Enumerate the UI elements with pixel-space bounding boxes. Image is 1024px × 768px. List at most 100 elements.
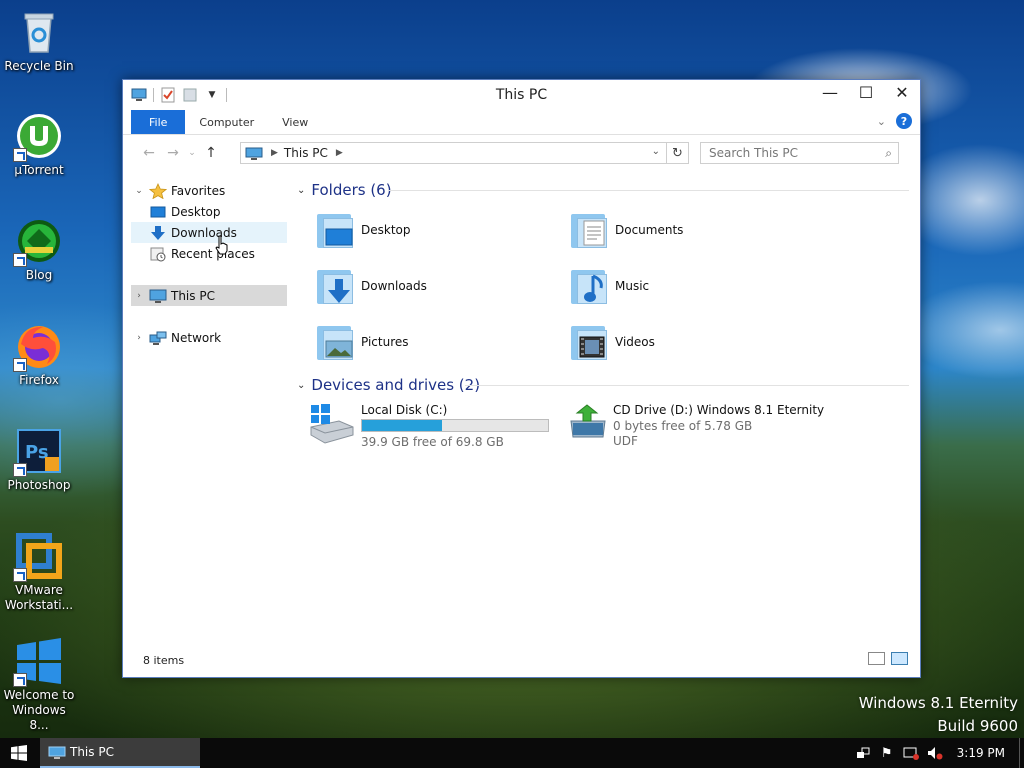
search-icon[interactable]: ⌕	[885, 146, 892, 161]
desktop-icon-label: µTorrent	[14, 163, 64, 177]
address-dropdown-icon[interactable]: ⌄	[652, 146, 660, 157]
drive-tile-c[interactable]: Local Disk (C:) 39.9 GB free of 69.8 GB	[309, 403, 549, 450]
desktop-icon-welcome[interactable]: Welcome to Windows 8...	[0, 637, 78, 733]
breadcrumb-this-pc[interactable]: This PC	[284, 146, 328, 160]
desktop-icon-photoshop[interactable]: Ps Photoshop	[0, 427, 78, 493]
folder-tile-downloads[interactable]: Downloads	[315, 266, 545, 306]
nav-item-label: This PC	[171, 288, 215, 303]
windows-logo-icon	[13, 637, 63, 687]
start-button[interactable]	[0, 738, 38, 768]
explorer-window: ▼ This PC — ☐ ✕ File Computer View ⌄ ? ←…	[122, 79, 921, 678]
desktop-icon-utorrent[interactable]: µTorrent	[0, 112, 78, 178]
nav-item-downloads[interactable]: Downloads	[131, 222, 287, 243]
recent-locations-chevron-icon[interactable]: ⌄	[185, 148, 199, 158]
star-icon	[148, 182, 168, 199]
utorrent-icon	[13, 112, 63, 162]
nav-item-desktop[interactable]: Desktop	[145, 201, 285, 222]
pictures-folder-icon	[315, 322, 355, 362]
folder-tile-desktop[interactable]: Desktop	[315, 210, 545, 250]
forward-arrow-icon[interactable]: →	[161, 145, 185, 161]
action-center-flag-icon[interactable]: ⚑	[875, 746, 899, 761]
desktop-icon-firefox[interactable]: Firefox	[0, 322, 78, 388]
large-icons-view-icon[interactable]	[891, 652, 908, 665]
videos-folder-icon	[569, 322, 609, 362]
photoshop-icon: Ps	[13, 427, 63, 477]
group-collapse-chevron-icon[interactable]: ⌄	[297, 380, 305, 391]
watermark-build: Build 9600	[937, 717, 1018, 735]
volume-muted-icon[interactable]	[923, 746, 947, 760]
search-box[interactable]: Search This PC ⌕	[700, 142, 899, 164]
folders-group-header[interactable]: ⌄ Folders (6)	[297, 181, 392, 199]
recycle-bin-icon	[15, 8, 63, 56]
taskbar-clock[interactable]: 3:19 PM	[957, 746, 1005, 760]
drive-tile-d[interactable]: CD Drive (D:) Windows 8.1 Eternity 0 byt…	[569, 403, 824, 449]
show-desktop-button[interactable]	[1019, 738, 1024, 768]
ribbon-tabs: File Computer View ⌄ ?	[123, 110, 920, 134]
download-arrow-icon	[149, 225, 167, 241]
back-arrow-icon[interactable]: ←	[137, 145, 161, 161]
shortcut-arrow-icon	[13, 148, 27, 162]
documents-folder-icon	[569, 210, 609, 250]
devices-group-header[interactable]: ⌄ Devices and drives (2)	[297, 376, 480, 394]
display-tray-icon[interactable]	[899, 746, 923, 760]
refresh-icon[interactable]: ↻	[666, 143, 688, 163]
recent-places-icon	[149, 246, 167, 262]
drive-filesystem: UDF	[613, 434, 638, 448]
drive-usage-bar	[361, 419, 549, 432]
network-tray-icon[interactable]	[851, 746, 875, 760]
nav-item-favorites[interactable]: ⌄ Favorites	[133, 180, 283, 201]
tab-file[interactable]: File	[131, 110, 186, 134]
nav-item-label: Network	[171, 330, 222, 345]
folder-tile-music[interactable]: Music	[569, 266, 799, 306]
this-pc-small-icon	[48, 746, 66, 759]
nav-item-this-pc[interactable]: › This PC	[131, 285, 287, 306]
group-collapse-chevron-icon[interactable]: ⌄	[297, 185, 305, 196]
desktop-icon	[149, 204, 167, 220]
search-placeholder[interactable]: Search This PC	[709, 146, 798, 160]
watermark-edition: Windows 8.1 Eternity	[858, 694, 1018, 712]
breadcrumb-separator-icon[interactable]: ▶	[271, 148, 278, 158]
details-view-icon[interactable]	[868, 652, 885, 665]
folder-label: Downloads	[361, 279, 427, 293]
expand-ribbon-icon[interactable]: ⌄	[877, 115, 886, 128]
up-arrow-icon[interactable]: ↑	[199, 145, 223, 161]
desktop-icon-vmware[interactable]: VMware Workstati...	[0, 532, 78, 613]
close-button[interactable]: ✕	[884, 80, 920, 104]
folder-tile-documents[interactable]: Documents	[569, 210, 799, 250]
folder-tile-videos[interactable]: Videos	[569, 322, 799, 362]
help-icon[interactable]: ?	[896, 113, 912, 129]
shortcut-arrow-icon	[13, 568, 27, 582]
desktop-icon-label: Blog	[25, 268, 53, 282]
folder-label: Desktop	[361, 223, 411, 237]
desktop-icon-blog[interactable]: Blog	[0, 217, 78, 283]
window-title: This PC	[495, 87, 548, 103]
taskbar-item-this-pc[interactable]: This PC	[40, 738, 200, 768]
folder-label: Pictures	[361, 335, 409, 349]
window-controls: — ☐ ✕	[812, 80, 920, 104]
folder-label: Documents	[615, 223, 684, 237]
maximize-button[interactable]: ☐	[848, 80, 884, 104]
view-switcher	[868, 652, 908, 665]
tab-view[interactable]: View	[268, 110, 322, 134]
nav-item-network[interactable]: › Network	[133, 327, 283, 348]
shortcut-arrow-icon	[13, 358, 27, 372]
downloads-folder-icon	[315, 266, 355, 306]
minimize-button[interactable]: —	[812, 80, 848, 104]
this-pc-small-icon	[245, 147, 263, 160]
desktop-icon-recycle-bin[interactable]: Recycle Bin	[0, 8, 78, 74]
tab-computer[interactable]: Computer	[185, 110, 268, 134]
system-tray: ⚑ 3:19 PM	[851, 738, 1024, 768]
os-watermark: Windows 8.1 Eternity Build 9600	[859, 692, 1018, 738]
folder-tile-pictures[interactable]: Pictures	[315, 322, 545, 362]
collapsed-chevron-icon[interactable]: ›	[133, 333, 145, 343]
desktop-icon-label: Firefox	[19, 373, 59, 387]
music-folder-icon	[569, 266, 609, 306]
collapsed-chevron-icon[interactable]: ›	[133, 291, 145, 301]
drive-name: CD Drive (D:) Windows 8.1 Eternity	[613, 403, 825, 417]
title-bar[interactable]: ▼ This PC — ☐ ✕	[123, 80, 920, 110]
shortcut-arrow-icon	[13, 463, 27, 477]
status-item-count: 8 items	[143, 654, 185, 667]
expanded-chevron-icon[interactable]: ⌄	[133, 186, 145, 196]
address-bar[interactable]: ▶ This PC ▶ ⌄ ↻	[240, 142, 689, 164]
breadcrumb-separator-icon[interactable]: ▶	[336, 148, 343, 158]
